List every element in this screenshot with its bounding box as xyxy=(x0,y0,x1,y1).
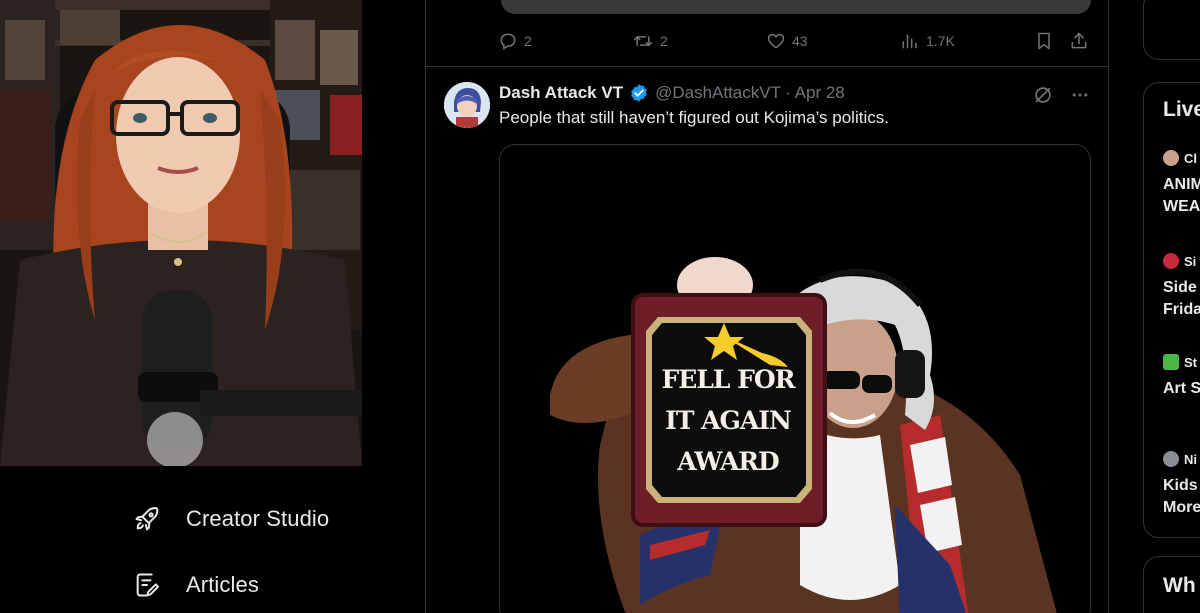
views-button[interactable]: 1.7K xyxy=(900,31,955,51)
host-avatar xyxy=(1163,253,1179,269)
plaque-caption-line-3: AWARD xyxy=(677,447,779,476)
live-item-host: Si xyxy=(1184,253,1197,269)
previous-tweet-media[interactable] xyxy=(501,0,1091,14)
share-button[interactable] xyxy=(1069,31,1089,51)
live-item-title-line-1: Side xyxy=(1163,279,1197,296)
repost-button[interactable]: 2 xyxy=(632,31,668,51)
heart-icon xyxy=(766,31,786,51)
display-name[interactable]: Dash Attack VT xyxy=(499,83,623,103)
sidebar-top-card xyxy=(1143,0,1200,60)
live-item-title-line-2: WEA xyxy=(1163,198,1200,215)
host-avatar xyxy=(1163,150,1179,166)
left-navigation: Creator Studio Articles xyxy=(0,466,425,613)
live-item-title-line-1: ANIM xyxy=(1163,176,1200,193)
tweet-media[interactable]: FELL FOR IT AGAIN AWARD xyxy=(499,144,1091,613)
live-item-title-line-2: Frida xyxy=(1163,301,1200,318)
previous-tweet-action-bar: 2 2 43 1.7K xyxy=(498,28,1094,54)
views-count: 1.7K xyxy=(926,33,955,49)
tweet-header: Dash Attack VT @DashAttackVT · Apr 28 xyxy=(499,82,845,104)
host-avatar xyxy=(1163,354,1179,370)
like-button[interactable]: 43 xyxy=(766,31,808,51)
host-avatar xyxy=(1163,451,1179,467)
live-item[interactable]: St Art S xyxy=(1163,354,1200,400)
live-item-host: St xyxy=(1184,354,1197,370)
live-item[interactable]: Ni Kids More xyxy=(1163,451,1200,519)
reply-count: 2 xyxy=(524,33,532,49)
live-item-title-line-1: Art S xyxy=(1163,380,1200,397)
nav-label-creator-studio: Creator Studio xyxy=(186,506,330,531)
nav-label-articles: Articles xyxy=(186,572,259,597)
live-item-host: Ni xyxy=(1184,451,1197,467)
like-count: 43 xyxy=(792,33,808,49)
live-item-host: Cl xyxy=(1184,150,1197,166)
user-handle[interactable]: @DashAttackVT xyxy=(655,83,781,103)
tweet-divider xyxy=(426,66,1109,67)
nav-item-creator-studio[interactable]: Creator Studio xyxy=(132,504,329,534)
views-icon xyxy=(900,31,920,51)
live-item[interactable]: Cl ANIM WEA xyxy=(1163,150,1200,218)
streamer-webcam-image xyxy=(0,0,362,466)
nav-item-articles[interactable]: Articles xyxy=(132,570,259,600)
more-icon[interactable] xyxy=(1070,85,1090,105)
repost-icon xyxy=(632,31,654,51)
avatar[interactable] xyxy=(444,82,490,128)
bookmark-button[interactable] xyxy=(1034,31,1054,51)
timeline-feed: 2 2 43 1.7K Dash Attack VT @DashAttackVT… xyxy=(425,0,1109,613)
bookmark-icon xyxy=(1034,31,1054,51)
grok-icon[interactable] xyxy=(1032,84,1054,106)
separator-dot: · xyxy=(784,83,791,102)
plaque-caption: FELL FOR IT AGAIN AWARD xyxy=(646,359,810,482)
reply-icon xyxy=(498,31,518,51)
repost-count: 2 xyxy=(660,33,668,49)
articles-icon xyxy=(132,570,162,600)
verified-badge-icon xyxy=(629,83,649,103)
plaque-caption-line-1: FELL FOR xyxy=(661,365,796,394)
live-item[interactable]: Si Side Frida xyxy=(1163,253,1200,321)
webcam-overlay xyxy=(0,0,362,466)
tweet-text: People that still haven’t figured out Ko… xyxy=(499,108,889,127)
who-to-follow-title: Wh xyxy=(1163,574,1196,597)
live-item-title-line-1: Kids xyxy=(1163,477,1198,494)
rocket-icon xyxy=(132,504,162,534)
live-title: Live xyxy=(1163,98,1200,121)
reply-button[interactable]: 2 xyxy=(498,31,532,51)
right-sidebar: Live Cl ANIM WEA Si Side Frida St Art S … xyxy=(1109,0,1200,613)
tweet-date[interactable]: Apr 28 xyxy=(795,83,845,103)
tweet-header-actions xyxy=(1032,84,1090,106)
share-icon xyxy=(1069,31,1089,51)
plaque-caption-line-2: IT AGAIN xyxy=(665,406,792,435)
live-item-title-line-2: More xyxy=(1163,499,1200,516)
